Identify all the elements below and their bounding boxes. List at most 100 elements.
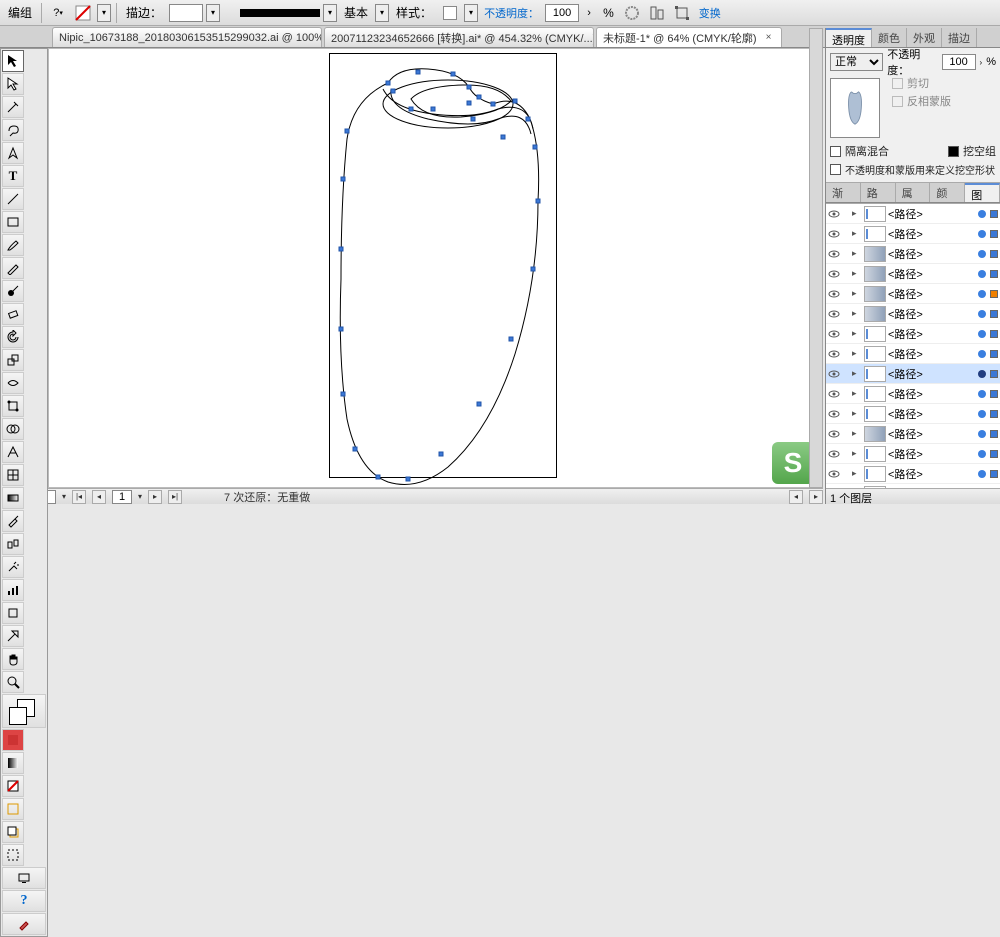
brush-dropdown[interactable]: ▾ — [323, 4, 337, 22]
layer-row[interactable]: ▸ <路径> — [826, 284, 1000, 304]
panel-opacity-input[interactable] — [942, 54, 976, 70]
anchor-point[interactable] — [467, 85, 472, 90]
expand-arrow-icon[interactable]: ▸ — [852, 408, 862, 419]
help-icon[interactable]: ?▾ — [47, 3, 69, 23]
layer-name[interactable]: <路径> — [888, 446, 976, 462]
expand-arrow-icon[interactable]: ▸ — [852, 468, 862, 479]
visibility-toggle-icon[interactable] — [827, 407, 841, 421]
expand-arrow-icon[interactable]: ▸ — [852, 248, 862, 259]
visibility-toggle-icon[interactable] — [827, 287, 841, 301]
mesh-tool[interactable] — [2, 464, 24, 486]
direct-selection-tool[interactable] — [2, 73, 24, 95]
draw-inside-btn[interactable] — [2, 844, 24, 866]
anchor-point[interactable] — [409, 107, 414, 112]
pen-tool[interactable] — [2, 142, 24, 164]
target-icon[interactable] — [978, 310, 986, 318]
tab-appearance[interactable]: 外观 — [907, 28, 942, 47]
visibility-toggle-icon[interactable] — [827, 267, 841, 281]
anchor-point[interactable] — [339, 327, 344, 332]
style-swatch[interactable] — [439, 3, 461, 23]
scroll-right-btn[interactable]: ▸ — [809, 490, 823, 504]
anchor-point[interactable] — [513, 99, 518, 104]
layer-row[interactable]: ▸<路径> — [826, 264, 1000, 284]
selection-color-indicator[interactable] — [990, 290, 998, 298]
layer-row[interactable]: ▸<路径> — [826, 204, 1000, 224]
prev-page-btn[interactable]: ◂ — [92, 490, 106, 504]
paintbrush-tool[interactable] — [2, 234, 24, 256]
visibility-toggle-icon[interactable] — [827, 327, 841, 341]
rectangle-tool[interactable] — [2, 211, 24, 233]
target-icon[interactable] — [978, 390, 986, 398]
layer-name[interactable]: <路径> — [888, 286, 976, 302]
next-page-btn[interactable]: ▸ — [148, 490, 162, 504]
tab-color[interactable]: 颜色 — [872, 28, 907, 47]
visibility-toggle-icon[interactable] — [827, 207, 841, 221]
target-icon[interactable] — [978, 290, 986, 298]
brush-preset-dropdown[interactable]: ▾ — [375, 4, 389, 22]
align-icon[interactable] — [646, 3, 668, 23]
layer-row[interactable]: ▸<路径> — [826, 464, 1000, 484]
tab-transparency[interactable]: 透明度 — [826, 28, 872, 47]
anchor-point[interactable] — [467, 101, 472, 106]
visibility-toggle-icon[interactable] — [827, 387, 841, 401]
layer-name[interactable]: <路径> — [888, 306, 976, 322]
magic-wand-tool[interactable] — [2, 96, 24, 118]
free-transform-tool[interactable] — [2, 395, 24, 417]
selection-color-indicator[interactable] — [990, 450, 998, 458]
layer-name[interactable]: <路径> — [888, 326, 976, 342]
document-tab[interactable]: Nipic_10673188_20180306153515299032.ai @… — [52, 27, 322, 47]
anchor-point[interactable] — [416, 70, 421, 75]
expand-arrow-icon[interactable]: ▸ — [852, 208, 862, 219]
visibility-toggle-icon[interactable] — [827, 427, 841, 441]
layer-row[interactable]: ▸<路径> — [826, 344, 1000, 364]
target-icon[interactable] — [978, 370, 986, 378]
transform-icon[interactable] — [671, 3, 693, 23]
selection-color-indicator[interactable] — [990, 430, 998, 438]
anchor-point[interactable] — [526, 117, 531, 122]
visibility-toggle-icon[interactable] — [827, 347, 841, 361]
canvas[interactable] — [48, 48, 823, 488]
fill-stroke-swatch[interactable] — [2, 694, 46, 728]
pencil-tool[interactable] — [2, 257, 24, 279]
mask-defines-knockout-checkbox[interactable]: 不透明度和蒙版用来定义挖空形状 — [830, 160, 996, 178]
document-tab[interactable]: 未标题-1* @ 64% (CMYK/轮廓) × — [596, 27, 782, 47]
color-mode-btn[interactable] — [2, 729, 24, 751]
selection-color-indicator[interactable] — [990, 270, 998, 278]
visibility-toggle-icon[interactable] — [827, 307, 841, 321]
tab-stroke[interactable]: 描边 — [942, 28, 977, 47]
rotate-tool[interactable] — [2, 326, 24, 348]
screen-mode-btn[interactable] — [2, 867, 46, 889]
selection-color-indicator[interactable] — [990, 370, 998, 378]
target-icon[interactable] — [978, 250, 986, 258]
tab-layers[interactable]: 图层 — [965, 183, 1000, 202]
artboard-tool[interactable] — [2, 602, 24, 624]
layer-row[interactable]: ▸<路径> — [826, 424, 1000, 444]
selection-color-indicator[interactable] — [990, 210, 998, 218]
stroke-weight-input[interactable] — [169, 4, 203, 22]
transform-link[interactable]: 变换 — [696, 5, 724, 21]
gradient-tool[interactable] — [2, 487, 24, 509]
target-icon[interactable] — [978, 410, 986, 418]
opacity-link[interactable]: 不透明度： — [481, 5, 542, 21]
anchor-point[interactable] — [391, 89, 396, 94]
selection-color-indicator[interactable] — [990, 350, 998, 358]
target-icon[interactable] — [978, 270, 986, 278]
blend-tool[interactable] — [2, 533, 24, 555]
type-tool[interactable]: T — [2, 165, 24, 187]
zoom-tool[interactable] — [2, 671, 24, 693]
close-icon[interactable]: × — [763, 32, 775, 44]
target-icon[interactable] — [978, 350, 986, 358]
style-dropdown[interactable]: ▾ — [464, 4, 478, 22]
perspective-grid-tool[interactable] — [2, 441, 24, 463]
layer-name[interactable]: <路径> — [888, 246, 976, 262]
expand-arrow-icon[interactable]: ▸ — [852, 288, 862, 299]
anchor-point[interactable] — [477, 402, 482, 407]
tab-attributes[interactable]: 属性 — [896, 183, 931, 202]
selection-tool[interactable] — [2, 50, 24, 72]
anchor-point[interactable] — [406, 477, 411, 482]
document-tab[interactable]: 20071123234652666 [转换].ai* @ 454.32% (CM… — [324, 27, 594, 47]
expand-arrow-icon[interactable]: ▸ — [852, 308, 862, 319]
target-icon[interactable] — [978, 470, 986, 478]
selection-color-indicator[interactable] — [990, 470, 998, 478]
anchor-point[interactable] — [491, 102, 496, 107]
